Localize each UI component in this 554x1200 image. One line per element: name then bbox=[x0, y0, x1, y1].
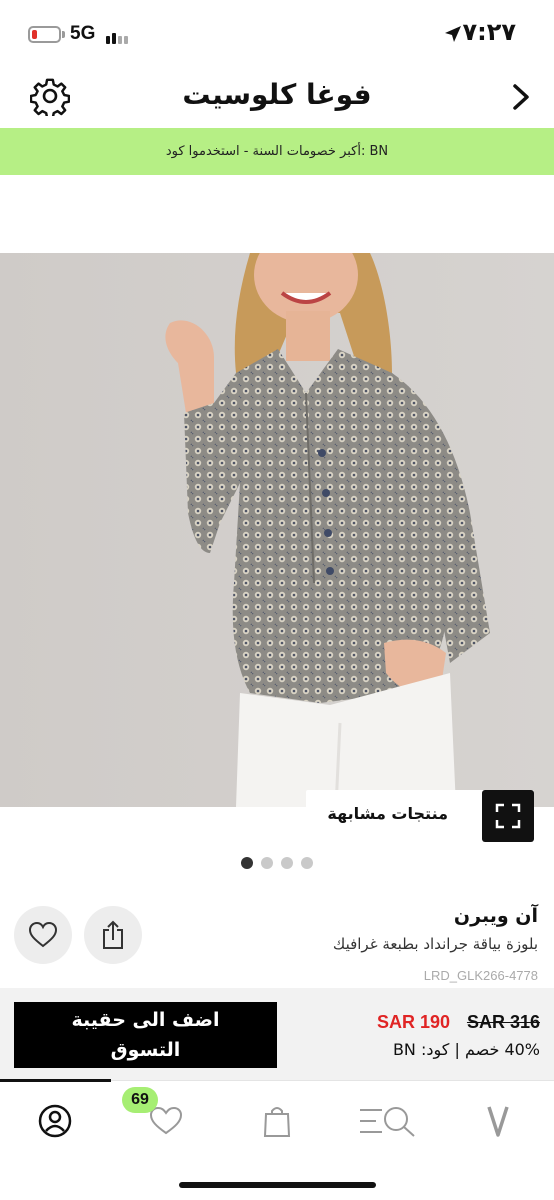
similar-products-label: منتجات مشابهة bbox=[327, 804, 448, 823]
add-to-bag-button[interactable]: اضف الى حقيبة التسوق bbox=[14, 1002, 277, 1068]
add-to-bag-label: اضف الى حقيبة التسوق bbox=[71, 1009, 220, 1061]
heart-icon bbox=[28, 921, 58, 948]
share-icon bbox=[103, 920, 123, 949]
page-dot[interactable] bbox=[301, 857, 313, 869]
old-price: SAR 316 bbox=[466, 1012, 540, 1032]
nav-profile[interactable] bbox=[15, 1093, 95, 1149]
brand-logo-icon bbox=[487, 1106, 509, 1137]
brand-title: فوغا كلوسيت bbox=[182, 78, 372, 111]
product-brand[interactable]: آن ويبرن bbox=[454, 905, 538, 927]
promo-text: أكبر خصومات السنة - استخدموا كود: BN bbox=[165, 144, 389, 159]
nav-brand[interactable] bbox=[458, 1093, 538, 1149]
wishlist-button[interactable] bbox=[14, 906, 72, 964]
home-indicator bbox=[179, 1182, 376, 1188]
page-dot[interactable] bbox=[261, 857, 273, 869]
product-title: بلوزة بياقة جرانداد بطبعة غرافيك bbox=[332, 935, 538, 953]
battery-cap bbox=[62, 31, 65, 38]
scan-icon bbox=[482, 790, 534, 842]
promo-banner[interactable]: أكبر خصومات السنة - استخدموا كود: BN bbox=[0, 128, 554, 175]
location-arrow-icon bbox=[445, 26, 461, 42]
image-pagination bbox=[241, 857, 313, 869]
product-image[interactable] bbox=[0, 253, 554, 807]
shopping-bag-icon bbox=[263, 1107, 291, 1137]
nav-active-indicator bbox=[0, 1079, 111, 1082]
product-photo bbox=[0, 253, 554, 807]
network-type: 5G bbox=[70, 23, 96, 44]
nav-search[interactable] bbox=[348, 1093, 428, 1149]
page-dot-active[interactable] bbox=[241, 857, 253, 869]
search-menu-icon bbox=[360, 1107, 415, 1137]
signal-icon bbox=[106, 28, 128, 44]
wishlist-count-badge: 69 bbox=[122, 1087, 158, 1113]
app-header: فوغا كلوسيت bbox=[0, 66, 554, 128]
status-bar: 5G ٧:٢٧ bbox=[0, 0, 554, 66]
discount-code-text: 40% خصم | كود: BN bbox=[392, 1040, 540, 1059]
nav-bag[interactable] bbox=[237, 1093, 317, 1149]
share-button[interactable] bbox=[84, 906, 142, 964]
profile-icon bbox=[38, 1104, 72, 1138]
sale-price: SAR 190 bbox=[376, 1012, 450, 1032]
status-time: ٧:٢٧ bbox=[462, 18, 516, 46]
similar-products-button[interactable]: منتجات مشابهة bbox=[306, 790, 534, 842]
battery-icon bbox=[28, 26, 61, 43]
page-dot[interactable] bbox=[281, 857, 293, 869]
purchase-bar: اضف الى حقيبة التسوق SAR 316 SAR 190 40%… bbox=[0, 988, 554, 1080]
product-sku: LRD_GLK266-4778 bbox=[423, 968, 538, 983]
chevron-right-icon[interactable] bbox=[510, 82, 532, 112]
